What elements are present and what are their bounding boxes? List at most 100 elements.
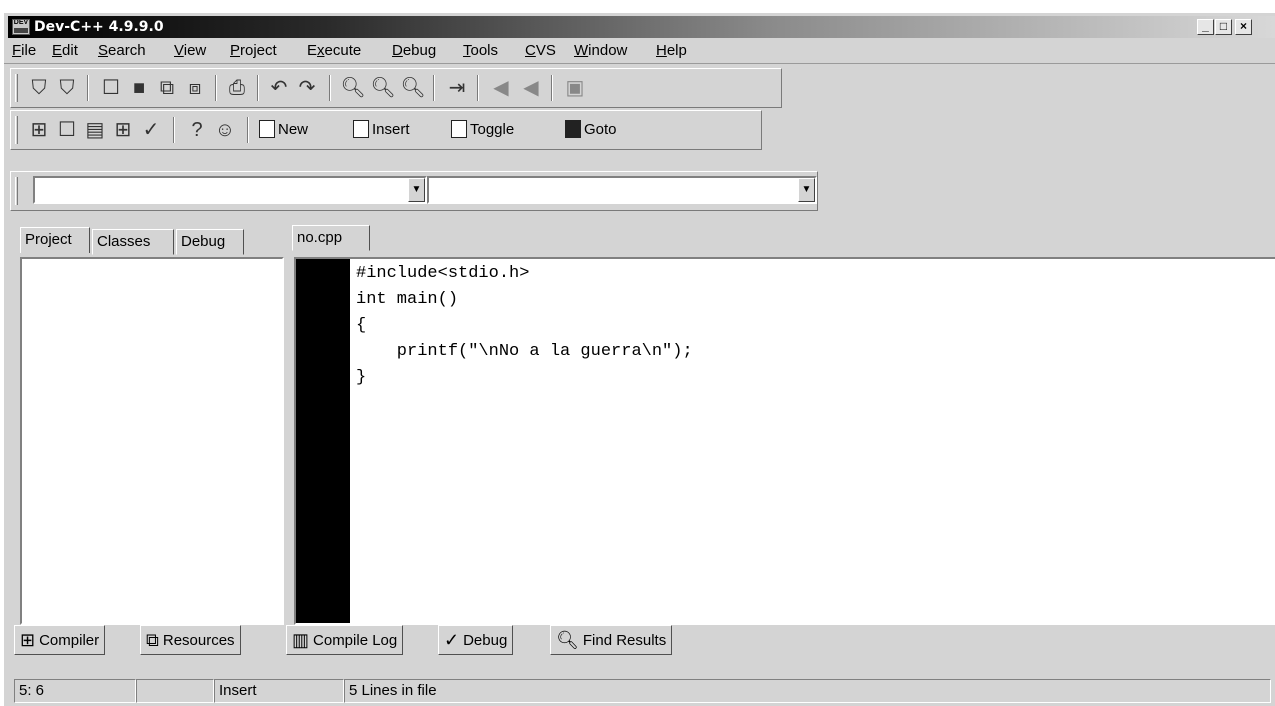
check-syntax-icon[interactable]: ✓: [139, 118, 163, 142]
find-results-icon: 🔍︎: [556, 629, 579, 650]
new-button-label: New: [278, 120, 309, 138]
run-icon[interactable]: ◀: [519, 76, 543, 100]
help-icon[interactable]: ?: [185, 118, 209, 142]
insert-button[interactable]: Insert: [353, 120, 410, 138]
toolbar-separator: [247, 117, 249, 143]
menu-project[interactable]: Project: [230, 42, 277, 59]
menu-tools[interactable]: Tools: [463, 42, 498, 59]
toolbar-separator: [87, 75, 89, 101]
debug-check-icon: ✓: [444, 629, 460, 650]
menu-window[interactable]: Window: [574, 42, 627, 59]
toolbar-grip: [15, 74, 18, 102]
new-project-icon[interactable]: ⊞: [27, 118, 51, 142]
tab-label: Compiler: [39, 631, 100, 649]
compile-icon[interactable]: ◀: [489, 76, 513, 100]
replace-icon[interactable]: 🔍︎: [370, 76, 395, 100]
toolbar-separator: [551, 75, 553, 101]
line-count: 5 Lines in file: [344, 679, 1271, 703]
resources-icon: ⧉: [146, 629, 159, 650]
toolbar-separator: [433, 75, 435, 101]
tab-label: Classes: [97, 233, 151, 250]
new-resource-icon[interactable]: ▤: [83, 118, 107, 142]
secondary-toolbar: ⊞ ☐ ▤ ⊞ ✓ ? ☺ New Insert Toggle Goto: [10, 110, 762, 150]
tab-label: Project: [25, 231, 72, 248]
about-icon[interactable]: ☺: [213, 118, 237, 142]
tab-resources[interactable]: ⧉ Resources: [140, 625, 241, 655]
tab-project[interactable]: Project: [20, 227, 90, 253]
chevron-down-icon[interactable]: ▼: [798, 178, 815, 202]
tab-debug-left[interactable]: Debug: [176, 229, 244, 255]
insert-button-label: Insert: [372, 120, 410, 138]
toggle-button-label: Toggle: [470, 120, 515, 138]
tab-label: Debug: [463, 631, 508, 649]
member-combo[interactable]: ▼: [427, 176, 817, 204]
tab-label: Compile Log: [313, 631, 398, 649]
cursor-position: 5: 6: [14, 679, 136, 703]
tab-editor-file[interactable]: no.cpp: [292, 225, 370, 251]
source-code[interactable]: #include<stdio.h> int main() { printf("\…: [356, 261, 693, 391]
menu-view[interactable]: View: [174, 42, 206, 59]
goto-bookmark-icon: [565, 120, 581, 138]
class-browser-toolbar: ▼ ▼: [10, 171, 818, 211]
tab-compile-log[interactable]: ▥ Compile Log: [286, 625, 404, 655]
chevron-down-icon[interactable]: ▼: [408, 178, 425, 202]
new-button[interactable]: New: [259, 120, 308, 138]
goto-button[interactable]: Goto: [565, 120, 617, 138]
toolbar-separator: [173, 117, 175, 143]
new-icon: [259, 120, 275, 138]
save-all-icon[interactable]: ⧉: [155, 76, 179, 100]
class-combo[interactable]: ▼: [33, 176, 427, 204]
tab-compiler[interactable]: ⊞ Compiler: [14, 625, 106, 655]
dev-cpp-app-icon[interactable]: DEV: [12, 19, 30, 35]
compile-log-icon: ▥: [292, 629, 310, 650]
open-file-icon[interactable]: ⛉: [55, 76, 79, 100]
tab-label: Find Results: [582, 631, 667, 649]
rebuild-icon[interactable]: ▣: [563, 76, 587, 100]
code-editor[interactable]: #include<stdio.h> int main() { printf("\…: [294, 257, 1275, 625]
close-button[interactable]: ×: [1235, 19, 1252, 35]
toolbar-grip: [15, 116, 18, 144]
menu-bar: File Edit Search View Project Execute De…: [4, 39, 1275, 64]
tab-debug-bottom[interactable]: ✓ Debug: [438, 625, 514, 655]
undo-icon[interactable]: ↶: [267, 76, 291, 100]
menu-debug[interactable]: Debug: [392, 42, 436, 59]
new-source-icon[interactable]: ☐: [55, 118, 79, 142]
close-file-icon[interactable]: ⧈: [183, 76, 207, 100]
menu-edit[interactable]: Edit: [52, 42, 78, 59]
dev-cpp-window: DEV Dev-C++ 4.9.9.0 _ □ × File Edit Sear…: [4, 13, 1275, 706]
toggle-button[interactable]: Toggle: [451, 120, 514, 138]
minimize-button[interactable]: _: [1197, 19, 1214, 35]
menu-execute[interactable]: Execute: [307, 42, 361, 59]
goto-line-icon[interactable]: ⇥: [445, 76, 469, 100]
open-project-icon[interactable]: ⛉: [27, 76, 51, 100]
menu-file[interactable]: File: [12, 42, 36, 59]
window-title: Dev-C++ 4.9.9.0: [34, 19, 164, 35]
toolbar-separator: [257, 75, 259, 101]
tab-classes[interactable]: Classes: [92, 229, 174, 255]
tab-find-results[interactable]: 🔍︎ Find Results: [550, 625, 673, 655]
toolbar-separator: [329, 75, 331, 101]
print-icon[interactable]: ⎙: [225, 76, 249, 100]
redo-icon[interactable]: ↷: [295, 76, 319, 100]
find-icon[interactable]: 🔍︎: [340, 76, 365, 100]
menu-cvs[interactable]: CVS: [525, 42, 556, 59]
tab-label: no.cpp: [297, 229, 343, 246]
toggle-bookmark-icon: [451, 120, 467, 138]
toolbar-separator: [477, 75, 479, 101]
maximize-button[interactable]: □: [1215, 19, 1232, 35]
status-bar: 5: 6 Insert 5 Lines in file: [4, 677, 1275, 706]
new-file-icon[interactable]: ☐: [99, 76, 123, 100]
toolbar-separator: [215, 75, 217, 101]
toolbar-grip: [15, 177, 18, 205]
insert-mode: Insert: [214, 679, 344, 703]
project-options-icon[interactable]: ⊞: [111, 118, 135, 142]
save-icon[interactable]: ■: [127, 76, 151, 100]
bottom-tabbar: ⊞ Compiler ⧉ Resources ▥ Compile Log ✓ D…: [14, 625, 1275, 657]
project-tree-panel[interactable]: [20, 257, 284, 625]
menu-search[interactable]: Search: [98, 42, 146, 59]
tab-label: Debug: [181, 233, 226, 250]
find-next-icon[interactable]: 🔍︎: [400, 76, 425, 100]
title-bar: DEV Dev-C++ 4.9.9.0 _ □ ×: [8, 16, 1275, 38]
menu-help[interactable]: Help: [656, 42, 687, 59]
goto-button-label: Goto: [584, 120, 617, 138]
